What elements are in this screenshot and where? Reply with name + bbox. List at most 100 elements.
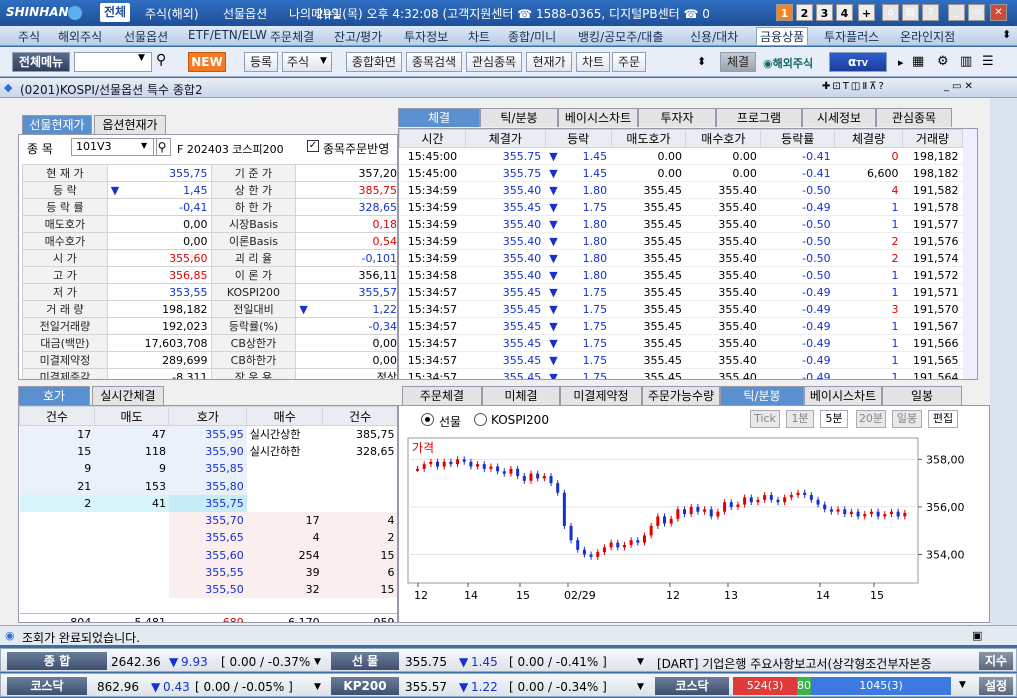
window-tools-icon[interactable]: ✚⊡T◫Ⅱ⊼? bbox=[822, 81, 886, 92]
alpha-tv-button[interactable]: αTV bbox=[829, 52, 887, 72]
ask-price[interactable]: 355,80 bbox=[168, 477, 247, 495]
overview-screen-button[interactable]: 종합화면 bbox=[346, 52, 402, 72]
chevron-down-icon[interactable]: ▼ bbox=[637, 682, 644, 692]
all-menu-button[interactable]: 전체메뉴 bbox=[12, 52, 70, 72]
20min-button[interactable]: 20분 bbox=[856, 410, 886, 428]
search-icon[interactable]: ⚲ bbox=[153, 138, 171, 156]
menubar-item-mini[interactable]: 종합/미니 bbox=[508, 28, 556, 45]
price-chart[interactable]: 가격 358,00 356,00 354,00 12 14 15 02/29 12 13 14 15 bbox=[398, 433, 976, 623]
screen-2-button[interactable]: 2 bbox=[796, 4, 813, 21]
chevron-down-icon[interactable]: ▼ bbox=[141, 141, 147, 150]
screen-add-button[interactable]: + bbox=[858, 4, 875, 21]
tab-chart-3[interactable]: 주문가능수량 bbox=[642, 386, 720, 405]
help-icon[interactable]: ? bbox=[922, 4, 939, 21]
restore-icon[interactable]: ▭ bbox=[968, 4, 985, 21]
index-button[interactable]: 지수 bbox=[979, 652, 1013, 670]
chevron-down-icon[interactable]: ▼ bbox=[314, 657, 321, 667]
screen-4-button[interactable]: 4 bbox=[836, 4, 853, 21]
tab-tick-2[interactable]: 베이시스차트 bbox=[558, 108, 638, 127]
bid-price[interactable]: 355,60 bbox=[168, 546, 247, 564]
tab-tick-1[interactable]: 틱/분봉 bbox=[480, 108, 558, 127]
watchlist-button[interactable]: 관심종목 bbox=[466, 52, 522, 72]
order-sync-checkbox[interactable]: ✓ bbox=[307, 140, 319, 152]
close-icon[interactable]: ✕ bbox=[990, 4, 1007, 21]
menubar-more-icon[interactable]: ⬍ bbox=[1002, 28, 1011, 41]
menubar-item-financial[interactable]: 금융상품 bbox=[756, 27, 809, 46]
stock-search-button[interactable]: 종목검색 bbox=[406, 52, 462, 72]
print-icon[interactable]: ▤ bbox=[902, 4, 919, 21]
menubar-item-branch[interactable]: 온라인지점 bbox=[900, 28, 955, 45]
tab-futures-price[interactable]: 선물현재가 bbox=[22, 115, 92, 134]
screen-3-button[interactable]: 3 bbox=[816, 4, 833, 21]
tab-chart-0[interactable]: 주문체결 bbox=[402, 386, 482, 405]
tab-realtime-trades[interactable]: 실시간체결 bbox=[92, 386, 164, 405]
bid-price[interactable]: 355,55 bbox=[168, 563, 247, 582]
bid-price[interactable]: 355,70 bbox=[168, 511, 247, 530]
minimize-icon[interactable]: _ bbox=[948, 4, 965, 21]
window-controls-icon[interactable]: _▭✕ bbox=[944, 81, 976, 92]
tab-chart-6[interactable]: 일봉 bbox=[882, 386, 962, 405]
kospi200-radio[interactable] bbox=[474, 413, 487, 426]
new-button[interactable]: NEW bbox=[188, 52, 226, 72]
menu-all[interactable]: 전체 bbox=[100, 3, 131, 22]
ask-price[interactable]: 355,95 bbox=[168, 425, 247, 443]
futures-radio[interactable] bbox=[421, 413, 434, 426]
tick-button[interactable]: Tick bbox=[750, 410, 780, 428]
menubar-item-banking[interactable]: 뱅킹/공모주/대출 bbox=[578, 28, 663, 45]
more-icon[interactable]: ⬍ bbox=[697, 55, 706, 68]
ask-price[interactable]: 355,90 bbox=[168, 442, 247, 461]
bid-price[interactable]: 355,65 bbox=[168, 529, 247, 547]
ask-price[interactable]: 355,75 bbox=[168, 494, 247, 512]
1min-button[interactable]: 1분 bbox=[786, 410, 814, 428]
search-icon[interactable]: ⚲ bbox=[156, 52, 166, 68]
tick-scrollbar[interactable] bbox=[963, 129, 977, 379]
bid-price[interactable]: 355,50 bbox=[168, 581, 247, 599]
layout-icon[interactable]: ▥ bbox=[960, 54, 972, 69]
conclusion-button[interactable]: 체결 bbox=[720, 52, 756, 72]
screen-1-button[interactable]: 1 bbox=[776, 4, 793, 21]
tab-chart-2[interactable]: 미결제약정 bbox=[560, 386, 642, 405]
tab-tick-3[interactable]: 투자자 bbox=[638, 108, 716, 127]
menubar-item-balance[interactable]: 잔고/평가 bbox=[334, 28, 382, 45]
tab-tick-0[interactable]: 체결 bbox=[398, 108, 480, 127]
chart-button[interactable]: 차트 bbox=[576, 52, 610, 72]
chevron-down-icon[interactable]: ▼ bbox=[637, 657, 644, 667]
order-button[interactable]: 주문 bbox=[612, 52, 646, 72]
current-price-button[interactable]: 현재가 bbox=[526, 52, 572, 72]
menubar-item-etf[interactable]: ETF/ETN/ELW bbox=[188, 28, 267, 42]
tab-tick-4[interactable]: 프로그램 bbox=[716, 108, 802, 127]
daily-button[interactable]: 일봉 bbox=[892, 410, 922, 428]
news-ticker[interactable]: [DART] 기업은행 주요사항보고서(상각형조건부자본증 bbox=[657, 655, 973, 672]
list-icon[interactable]: ☰ bbox=[982, 54, 994, 69]
tab-chart-5[interactable]: 베이시스차트 bbox=[804, 386, 882, 405]
tab-tick-5[interactable]: 시세정보 bbox=[802, 108, 876, 127]
settings-button[interactable]: 설정 bbox=[979, 677, 1013, 695]
menu-futures-options[interactable]: 선물옵션 bbox=[223, 5, 267, 22]
menubar-item-order[interactable]: 주문체결 bbox=[270, 28, 314, 45]
chevron-down-icon[interactable]: ▼ bbox=[138, 53, 145, 63]
menubar-item-stock[interactable]: 주식 bbox=[18, 28, 40, 45]
calculator-icon[interactable]: ▦ bbox=[912, 54, 924, 69]
tab-options-price[interactable]: 옵션현재가 bbox=[94, 115, 166, 134]
register-button[interactable]: 등록 bbox=[244, 52, 278, 72]
chevron-down-icon[interactable]: ▼ bbox=[959, 680, 966, 690]
tab-chart-4[interactable]: 틱/분봉 bbox=[720, 386, 804, 405]
menubar-item-credit[interactable]: 신용/대차 bbox=[690, 28, 738, 45]
menubar-item-futures[interactable]: 선물옵션 bbox=[124, 28, 168, 45]
ask-price[interactable]: 355,85 bbox=[168, 460, 247, 478]
menubar-item-overseas[interactable]: 해외주식 bbox=[58, 28, 102, 45]
menubar-item-chart[interactable]: 차트 bbox=[468, 28, 490, 45]
gear-icon[interactable]: ⚙ bbox=[937, 54, 949, 69]
menubar-item-plus[interactable]: 투자플러스 bbox=[824, 28, 879, 45]
toolbar-arrow-icon[interactable]: ▸ bbox=[898, 56, 904, 69]
status-tool-icon[interactable]: ▣ bbox=[972, 629, 982, 642]
home-icon[interactable]: ⌂ bbox=[882, 4, 899, 21]
menubar-item-invest-info[interactable]: 투자정보 bbox=[404, 28, 448, 45]
edit-button[interactable]: 편집 bbox=[928, 410, 958, 428]
5min-button[interactable]: 5분 bbox=[820, 410, 848, 428]
tab-orderbook[interactable]: 호가 bbox=[18, 386, 90, 405]
overseas-stock-link[interactable]: ◉해외주식 bbox=[763, 55, 813, 71]
chevron-down-icon[interactable]: ▼ bbox=[314, 682, 321, 692]
tab-tick-6[interactable]: 관심종목 bbox=[876, 108, 952, 127]
menu-stock-overseas[interactable]: 주식(해외) bbox=[145, 5, 199, 22]
